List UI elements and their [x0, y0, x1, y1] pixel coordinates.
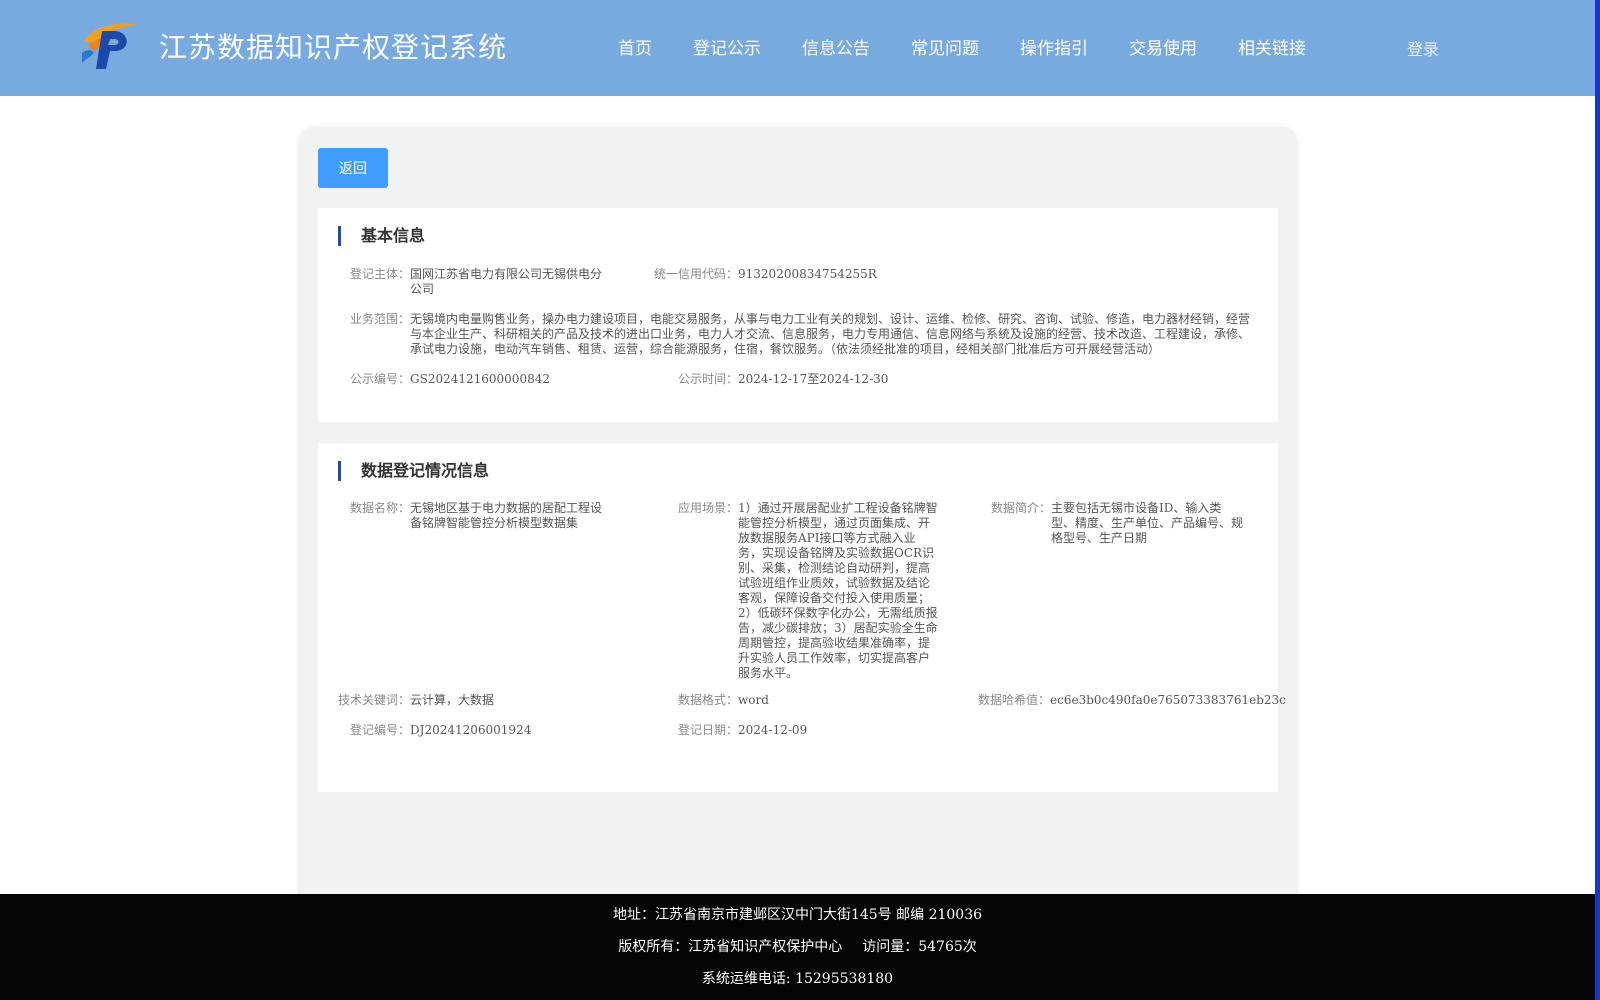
data-name-value: 无锡地区基于电力数据的居配工程设备铭牌智能管控分析模型数据集: [410, 501, 603, 530]
reg-no-value: DJ20241206001924: [410, 723, 532, 737]
field-application-scene: 应用场景： 1）通过开展居配业扩工程设备铭牌智能管控分析模型，通过页面集成、开放…: [678, 501, 938, 680]
site-title: 江苏数据知识产权登记系统: [159, 31, 508, 64]
footer-copyright: 版权所有：江苏省知识产权保护中心: [618, 939, 843, 955]
data-hash-value: ec6e3b0c490fa0e765073383761eb23c: [1050, 693, 1286, 707]
field-reg-no: 登记编号： DJ20241206001924: [350, 723, 532, 737]
nav-registration-notice[interactable]: 登记公示: [693, 34, 761, 59]
site-logo-icon: [82, 23, 138, 69]
field-scope: 业务范围： 无锡境内电量购售业务，操办电力建设项目，电能交易服务，从事与电力工业…: [350, 312, 1260, 357]
login-link[interactable]: 登录: [1407, 36, 1439, 60]
field-subject: 登记主体： 国网江苏省电力有限公司无锡供电分公司: [350, 267, 630, 297]
data-intro-value: 主要包括无锡市设备ID、输入类型、精度、生产单位、产品编号、规格型号、生产日期: [1051, 501, 1244, 545]
nav-home[interactable]: 首页: [618, 34, 652, 59]
footer-visits: 访问量：54765次: [862, 939, 977, 955]
scope-value: 无锡境内电量购售业务，操办电力建设项目，电能交易服务，从事与电力工业有关的规划、…: [410, 312, 1251, 356]
field-credit-code: 统一信用代码： 91320200834754255R: [654, 267, 877, 281]
nav-info-announcement[interactable]: 信息公告: [802, 34, 870, 59]
subject-value: 国网江苏省电力有限公司无锡供电分公司: [410, 267, 603, 296]
application-scene-value: 1）通过开展居配业扩工程设备铭牌智能管控分析模型，通过页面集成、开放数据服务AP…: [738, 501, 938, 680]
main-nav: 首页 登记公示 信息公告 常见问题 操作指引 交易使用 相关链接: [618, 34, 1347, 59]
page-footer: 地址：江苏省南京市建邺区汉中门大街145号 邮编 210036 版权所有：江苏省…: [0, 894, 1595, 1000]
credit-code-value: 91320200834754255R: [738, 267, 877, 281]
notice-time-value: 2024-12-17至2024-12-30: [738, 372, 889, 386]
notice-no-value: GS2024121600000842: [410, 372, 550, 386]
field-data-format: 数据格式： word: [678, 693, 769, 707]
field-data-name: 数据名称： 无锡地区基于电力数据的居配工程设备铭牌智能管控分析模型数据集: [350, 501, 630, 531]
top-header: 江苏数据知识产权登记系统 首页 登记公示 信息公告 常见问题 操作指引 交易使用…: [0, 0, 1595, 96]
field-data-hash: 数据哈希值： ec6e3b0c490fa0e765073383761eb23c: [978, 693, 1286, 707]
edge-strip: [1595, 0, 1600, 1000]
nav-guide[interactable]: 操作指引: [1020, 34, 1088, 59]
footer-copyright-line: 版权所有：江苏省知识产权保护中心 访问量：54765次: [0, 936, 1595, 956]
detail-container: 返回 基本信息 登记主体： 国网江苏省电力有限公司无锡供电分公司 统一信用代码：…: [298, 127, 1298, 907]
field-reg-date: 登记日期： 2024-12-09: [678, 723, 808, 737]
nav-trade-use[interactable]: 交易使用: [1129, 34, 1197, 59]
back-button[interactable]: 返回: [318, 148, 388, 188]
basic-info-card: 基本信息 登记主体： 国网江苏省电力有限公司无锡供电分公司 统一信用代码： 91…: [318, 208, 1278, 422]
field-data-intro: 数据简介： 主要包括无锡市设备ID、输入类型、精度、生产单位、产品编号、规格型号…: [991, 501, 1244, 545]
footer-phone: 系统运维电话: 15295538180: [701, 971, 894, 987]
nav-related-links[interactable]: 相关链接: [1238, 34, 1306, 59]
basic-info-title: 基本信息: [338, 226, 425, 246]
field-notice-time: 公示时间： 2024-12-17至2024-12-30: [678, 372, 889, 386]
reg-date-value: 2024-12-09: [738, 723, 808, 737]
nav-faq[interactable]: 常见问题: [911, 34, 979, 59]
data-registration-title: 数据登记情况信息: [338, 461, 489, 481]
data-registration-card: 数据登记情况信息 数据名称： 无锡地区基于电力数据的居配工程设备铭牌智能管控分析…: [318, 443, 1286, 792]
field-keywords: 技术关键词： 云计算，大数据: [338, 693, 495, 707]
field-notice-no: 公示编号： GS2024121600000842: [350, 372, 550, 386]
data-format-value: word: [738, 693, 769, 707]
keywords-value: 云计算，大数据: [410, 693, 495, 707]
footer-address: 地址：江苏省南京市建邺区汉中门大街145号 邮编 210036: [612, 907, 983, 923]
